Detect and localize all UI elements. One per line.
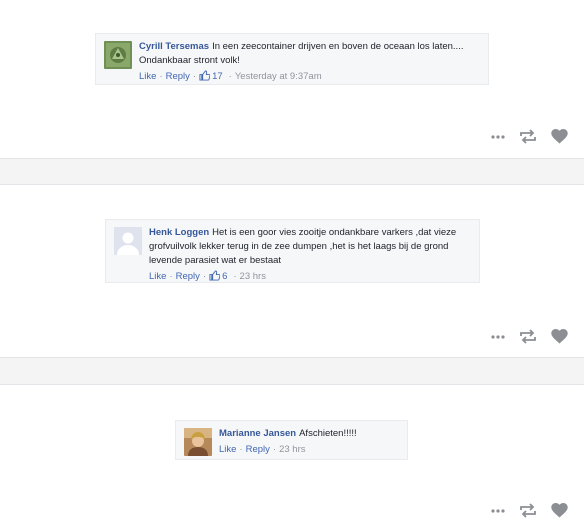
comment-meta: Like · Reply · 23 hrs bbox=[219, 444, 306, 455]
repost-icon[interactable] bbox=[519, 329, 537, 344]
comment-author[interactable]: Marianne Jansen bbox=[219, 428, 296, 439]
comment-meta: Like · Reply · 6 · 23 hrs bbox=[149, 270, 471, 286]
repost-icon[interactable] bbox=[519, 503, 537, 518]
heart-icon[interactable] bbox=[551, 129, 568, 144]
reply-link[interactable]: Reply bbox=[166, 71, 190, 82]
section-divider bbox=[0, 158, 584, 185]
post-actions bbox=[477, 129, 568, 144]
more-options-icon[interactable] bbox=[491, 334, 505, 339]
like-link[interactable]: Like bbox=[219, 444, 236, 455]
like-link[interactable]: Like bbox=[149, 271, 166, 282]
post-actions bbox=[477, 329, 568, 344]
comment-1: Cyrill Tersemas In een zeecontainer drijv… bbox=[95, 33, 489, 85]
avatar[interactable] bbox=[114, 227, 142, 255]
comment-meta: Like · Reply · 17 · Yesterday at 9:37am bbox=[139, 70, 480, 86]
avatar[interactable] bbox=[104, 41, 132, 69]
post-2: Henk Loggen Het is een goor vies zooitje … bbox=[0, 185, 584, 357]
green-emblem-avatar-icon bbox=[104, 41, 132, 69]
post-actions bbox=[477, 503, 568, 518]
comment-time[interactable]: 23 hrs bbox=[240, 271, 266, 282]
repost-icon[interactable] bbox=[519, 129, 537, 144]
photo-avatar-icon bbox=[184, 428, 212, 456]
reply-link[interactable]: Reply bbox=[176, 271, 200, 282]
comment-time[interactable]: Yesterday at 9:37am bbox=[235, 71, 322, 82]
post-3: Marianne Jansen Afschieten!!!!! Like · Repl… bbox=[0, 385, 584, 531]
more-options-icon[interactable] bbox=[491, 508, 505, 513]
thumbs-up-icon bbox=[209, 270, 221, 286]
comment-author[interactable]: Cyrill Tersemas bbox=[139, 41, 209, 52]
section-divider bbox=[0, 357, 584, 385]
like-count[interactable]: 6 bbox=[222, 271, 227, 282]
comment-author[interactable]: Henk Loggen bbox=[149, 227, 209, 238]
comment-time[interactable]: 23 hrs bbox=[279, 444, 305, 455]
thumbs-up-icon bbox=[199, 70, 211, 86]
like-count[interactable]: 17 bbox=[212, 71, 223, 82]
heart-icon[interactable] bbox=[551, 503, 568, 518]
heart-icon[interactable] bbox=[551, 329, 568, 344]
avatar[interactable] bbox=[184, 428, 212, 456]
reply-link[interactable]: Reply bbox=[246, 444, 270, 455]
comment-3: Marianne Jansen Afschieten!!!!! Like · Repl… bbox=[175, 420, 408, 460]
comment-2: Henk Loggen Het is een goor vies zooitje … bbox=[105, 219, 480, 283]
like-link[interactable]: Like bbox=[139, 71, 156, 82]
comment-text: Afschieten!!!!! bbox=[299, 428, 357, 439]
more-options-icon[interactable] bbox=[491, 134, 505, 139]
post-1: Cyrill Tersemas In een zeecontainer drijv… bbox=[0, 0, 584, 158]
default-silhouette-avatar-icon bbox=[114, 227, 142, 255]
